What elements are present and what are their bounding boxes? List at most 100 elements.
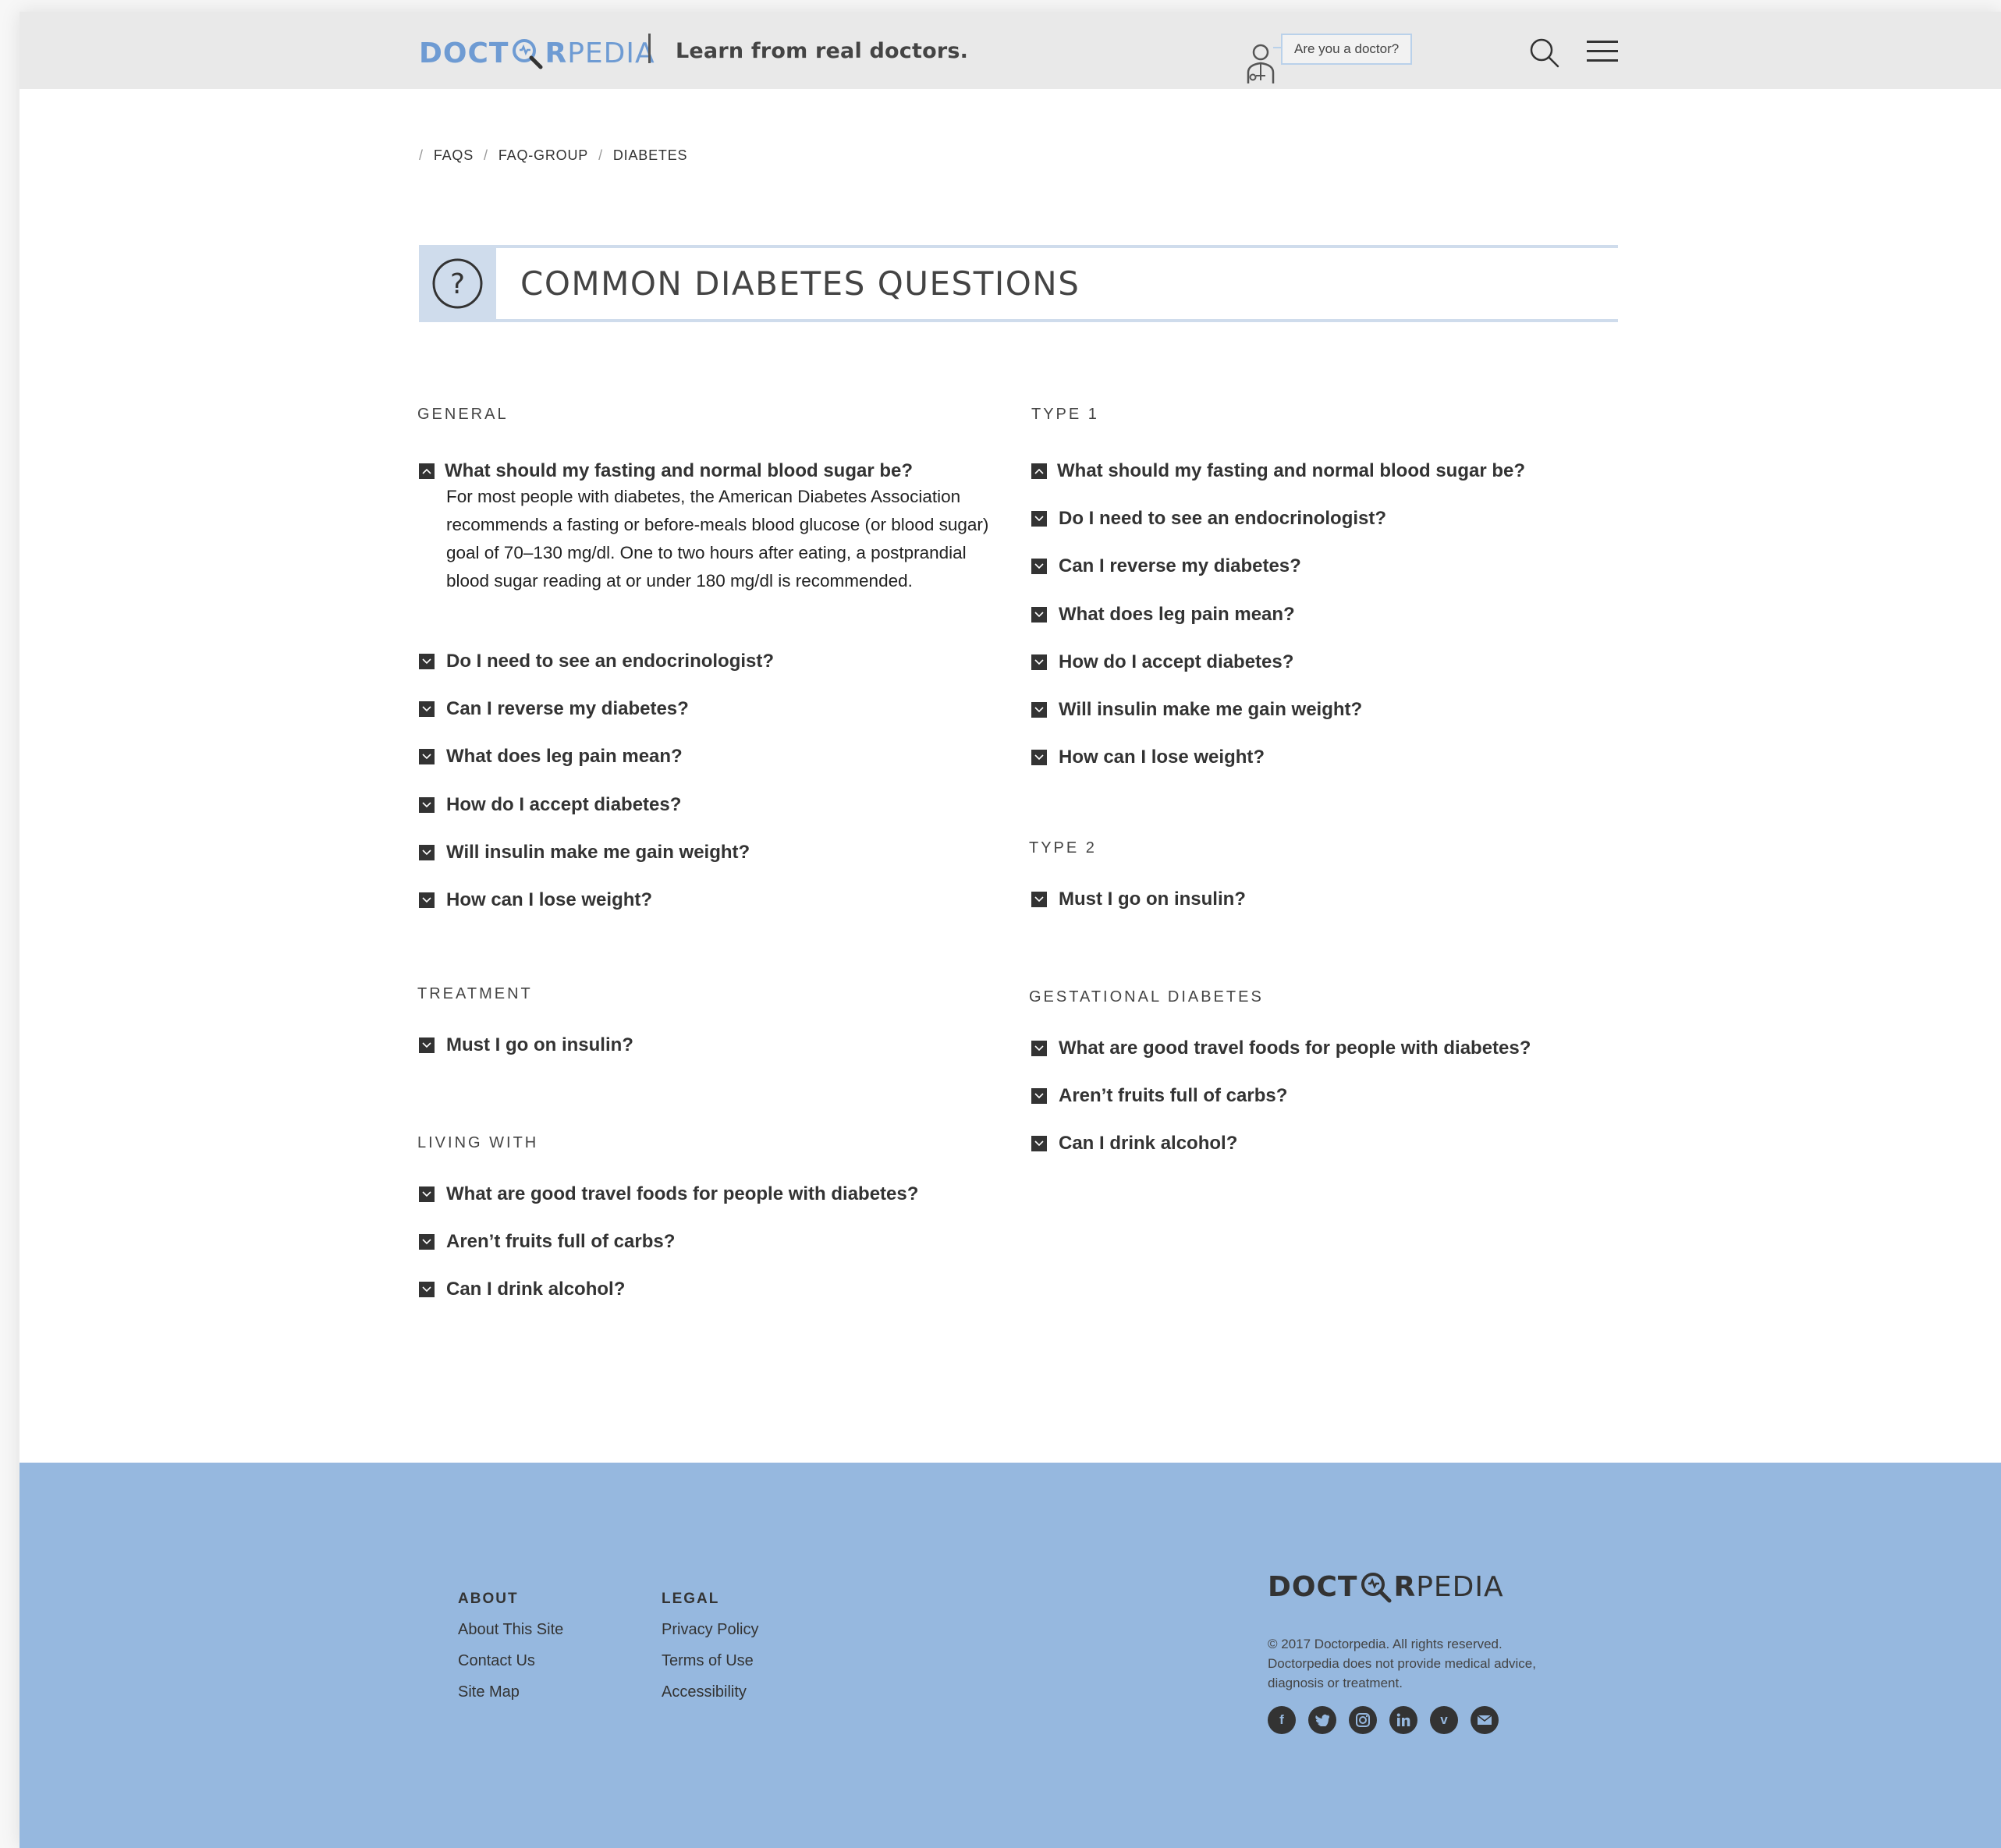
footer-logo[interactable]: DOCT R PEDIA [1268, 1570, 1504, 1604]
faq-question[interactable]: Must I go on insulin? [1031, 889, 1246, 910]
breadcrumb-item-faq-group[interactable]: FAQ-GROUP [498, 147, 588, 164]
chevron-down-icon [1031, 702, 1047, 718]
chevron-up-icon [419, 463, 435, 479]
section-title-living-with: LIVING WITH [417, 1134, 539, 1151]
linkedin-icon[interactable] [1389, 1706, 1417, 1734]
page: DOCT R PEDIA Learn from real doctors. Ar… [20, 12, 2001, 1848]
faq-question-text: Must I go on insulin? [446, 1034, 633, 1055]
faq-question-text: Can I drink alcohol? [446, 1279, 626, 1300]
facebook-icon[interactable]: f [1268, 1706, 1296, 1734]
faq-question-text: Aren’t fruits full of carbs? [446, 1231, 676, 1253]
breadcrumb-separator: / [598, 147, 603, 163]
breadcrumb-item-faqs[interactable]: FAQS [434, 147, 474, 164]
chevron-down-icon [419, 1038, 435, 1053]
are-you-a-doctor-button[interactable]: Are you a doctor? [1272, 34, 1413, 65]
logo-text-left: DOCT [1268, 1570, 1358, 1603]
footer-link-accessibility[interactable]: Accessibility [662, 1683, 747, 1701]
chevron-down-icon [1031, 654, 1047, 670]
faq-question-text: Can I drink alcohol? [1059, 1133, 1238, 1155]
logo-text-pedia: PEDIA [1416, 1570, 1504, 1603]
faq-question-text: Do I need to see an endocrinologist? [1059, 508, 1387, 530]
email-icon[interactable] [1471, 1706, 1499, 1734]
chevron-down-icon [419, 1186, 435, 1202]
faq-question-text: Must I go on insulin? [1059, 889, 1246, 910]
footer-link-contact-us[interactable]: Contact Us [458, 1652, 535, 1670]
chevron-down-icon [1031, 606, 1047, 623]
footer-link-terms-of-use[interactable]: Terms of Use [662, 1652, 754, 1670]
faq-question-text: How do I accept diabetes? [1059, 651, 1294, 672]
footer-heading-legal: LEGAL [662, 1591, 720, 1607]
faq-question[interactable]: What should my fasting and normal blood … [1031, 460, 1525, 482]
faq-question-text: How can I lose weight? [1059, 747, 1265, 768]
chevron-down-icon [419, 749, 435, 765]
search-icon[interactable] [1529, 37, 1560, 69]
header-logo[interactable]: DOCT R PEDIA [419, 36, 655, 70]
section-title-general: GENERAL [417, 406, 509, 423]
faq-question[interactable]: Aren’t fruits full of carbs? [419, 1231, 675, 1253]
faq-question[interactable]: Do I need to see an endocrinologist? [419, 651, 774, 672]
social-links: f v [1268, 1706, 1511, 1734]
faq-question-text: What does leg pain mean? [446, 746, 683, 768]
faq-question[interactable]: What are good travel foods for people wi… [1031, 1038, 1531, 1059]
faq-question[interactable]: Must I go on insulin? [419, 1034, 633, 1056]
question-mark-icon: ? [432, 258, 483, 309]
logo-magnifier-heart-icon [513, 39, 543, 69]
breadcrumb-item-diabetes[interactable]: DIABETES [613, 147, 687, 164]
faq-question-text: What are good travel foods for people wi… [1059, 1038, 1531, 1059]
chevron-down-icon [1031, 1088, 1047, 1105]
faq-answer: For most people with diabetes, the Ameri… [446, 487, 989, 591]
faq-question[interactable]: How can I lose weight? [1031, 747, 1265, 768]
site-header: DOCT R PEDIA Learn from real doctors. Ar… [20, 12, 2001, 89]
section-title-gestational-diabetes: GESTATIONAL DIABETES [1029, 988, 1264, 1006]
faq-question[interactable]: How do I accept diabetes? [1031, 651, 1293, 673]
svg-text:?: ? [450, 268, 465, 300]
twitter-icon[interactable] [1308, 1706, 1336, 1734]
footer-link-about-this-site[interactable]: About This Site [458, 1621, 563, 1639]
chevron-down-icon [1031, 892, 1047, 907]
faq-question-text: Do I need to see an endocrinologist? [446, 651, 775, 672]
faq-question[interactable]: Can I drink alcohol? [1031, 1133, 1237, 1155]
breadcrumb: / FAQS / FAQ-GROUP / DIABETES [419, 147, 697, 164]
doctor-figure-icon[interactable] [1245, 41, 1276, 85]
footer-link-site-map[interactable]: Site Map [458, 1683, 520, 1701]
logo-text-r: R [545, 37, 568, 69]
logo-text-r: R [1393, 1570, 1417, 1603]
vimeo-icon[interactable]: v [1430, 1706, 1458, 1734]
tagline: Learn from real doctors. [676, 39, 969, 63]
faq-question[interactable]: Will insulin make me gain weight? [419, 842, 750, 864]
section-title-type-1: TYPE 1 [1031, 406, 1099, 423]
chevron-down-icon [419, 892, 435, 908]
site-footer: ABOUT About This Site Contact Us Site Ma… [20, 1463, 2001, 1848]
header-divider [648, 34, 651, 63]
faq-question[interactable]: Can I drink alcohol? [419, 1279, 625, 1300]
faq-question[interactable]: How can I lose weight? [419, 889, 652, 911]
faq-question-text: What should my fasting and normal blood … [445, 460, 914, 481]
faq-question[interactable]: What does leg pain mean? [1031, 604, 1295, 626]
chevron-down-icon [419, 1234, 435, 1250]
chevron-down-icon [1031, 1136, 1047, 1152]
faq-question[interactable]: Will insulin make me gain weight? [1031, 699, 1362, 721]
logo-text-pedia: PEDIA [567, 37, 655, 69]
hamburger-menu-icon[interactable] [1587, 40, 1618, 63]
faq-question[interactable]: What are good travel foods for people wi… [419, 1183, 918, 1205]
faq-question-text: How do I accept diabetes? [446, 793, 682, 815]
faq-question[interactable]: Can I reverse my diabetes? [419, 698, 689, 720]
faq-question-text: Can I reverse my diabetes? [446, 698, 689, 720]
instagram-icon[interactable] [1349, 1706, 1377, 1734]
footer-link-privacy-policy[interactable]: Privacy Policy [662, 1621, 758, 1639]
faq-question[interactable]: How do I accept diabetes? [419, 794, 681, 816]
logo-magnifier-heart-icon [1361, 1573, 1392, 1603]
chevron-down-icon [419, 796, 435, 813]
faq-question-text: Will insulin make me gain weight? [446, 841, 750, 863]
breadcrumb-separator: / [419, 147, 424, 163]
disclaimer-text: Doctorpedia does not provide medical adv… [1268, 1656, 1536, 1690]
faq-question[interactable]: Do I need to see an endocrinologist? [1031, 508, 1386, 530]
page-title: COMMON DIABETES QUESTIONS [520, 264, 1080, 303]
faq-question[interactable]: Aren’t fruits full of carbs? [1031, 1085, 1287, 1107]
faq-question-text: What are good travel foods for people wi… [446, 1183, 919, 1204]
faq-question-text: How can I lose weight? [446, 889, 653, 910]
faq-question-open[interactable]: What should my fasting and normal blood … [419, 460, 913, 482]
faq-question[interactable]: What does leg pain mean? [419, 746, 683, 768]
faq-question-text: Aren’t fruits full of carbs? [1059, 1085, 1288, 1107]
faq-question[interactable]: Can I reverse my diabetes? [1031, 555, 1301, 577]
